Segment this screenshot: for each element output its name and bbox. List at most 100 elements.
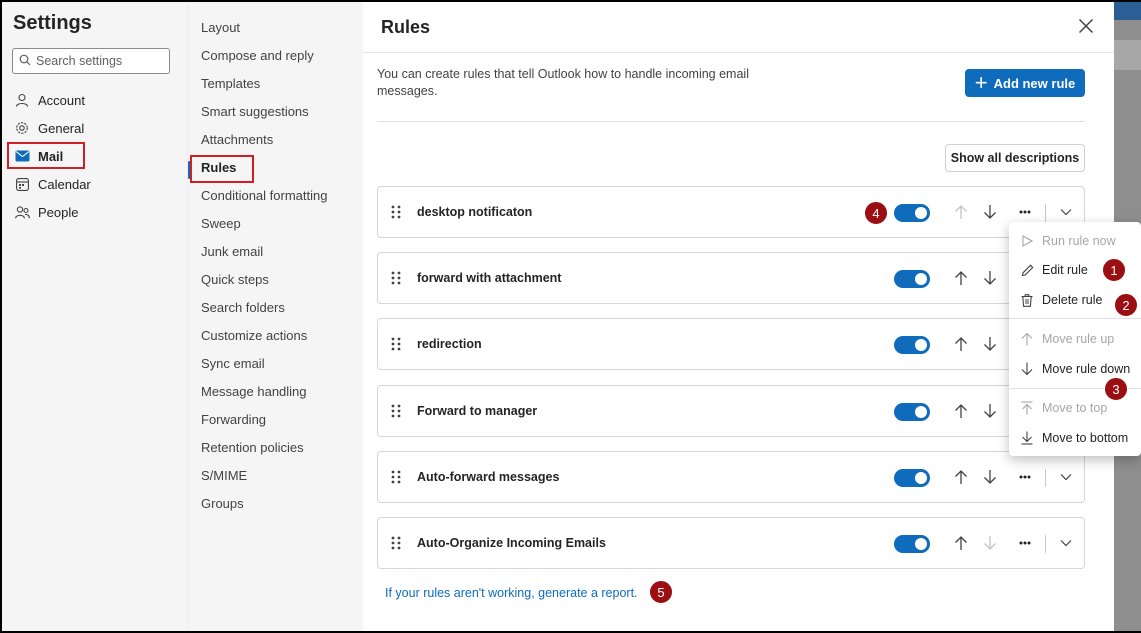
menu-item-move-to-bottom[interactable]: Move to bottom — [1009, 425, 1141, 451]
move-up-button[interactable] — [950, 267, 972, 289]
move-up-button[interactable] — [950, 466, 972, 488]
plus-icon: + — [974, 70, 988, 95]
generate-report-link[interactable]: If your rules aren't working, generate a… — [385, 586, 638, 600]
nav-item-label: Calendar — [38, 176, 91, 192]
rule-row[interactable]: desktop notificaton — [377, 186, 1085, 238]
mail-nav-item[interactable]: Templates — [201, 74, 260, 94]
drag-handle-icon[interactable] — [391, 336, 401, 352]
nav-item-general[interactable]: General — [10, 116, 170, 140]
annotation-badge-1: 1 — [1102, 258, 1126, 282]
divider — [1045, 469, 1046, 487]
mail-nav-item[interactable]: Junk email — [201, 242, 263, 262]
mail-settings-nav: Layout Compose and reply Templates Smart… — [187, 0, 363, 633]
arrow-down-icon — [984, 536, 996, 550]
search-icon — [19, 54, 31, 69]
more-options-button[interactable] — [1014, 201, 1036, 223]
pencil-icon — [1019, 262, 1035, 278]
mail-nav-item[interactable]: Groups — [201, 494, 244, 514]
expand-button[interactable] — [1055, 201, 1077, 223]
nav-item-calendar[interactable]: Calendar — [10, 172, 170, 196]
drag-handle-icon[interactable] — [391, 535, 401, 551]
settings-pane: Settings Account General Mail Calendar — [0, 0, 187, 633]
rule-row[interactable]: Auto-forward messages — [377, 451, 1085, 503]
background-header — [1114, 0, 1141, 20]
rule-row[interactable]: redirection — [377, 318, 1085, 370]
rule-enabled-toggle[interactable] — [894, 535, 930, 553]
arrow-down-icon — [984, 337, 996, 351]
show-all-descriptions-button[interactable]: Show all descriptions — [945, 144, 1085, 172]
drag-handle-icon[interactable] — [391, 469, 401, 485]
mail-nav-item[interactable]: Search folders — [201, 298, 285, 318]
mail-nav-item[interactable]: Layout — [201, 18, 240, 38]
arrow-up-icon — [955, 404, 967, 418]
expand-button[interactable] — [1055, 466, 1077, 488]
mail-nav-item[interactable]: Smart suggestions — [201, 102, 309, 122]
drag-handle-icon[interactable] — [391, 270, 401, 286]
move-down-button[interactable] — [979, 532, 1001, 554]
expand-button[interactable] — [1055, 532, 1077, 554]
mail-nav-item[interactable]: Conditional formatting — [201, 186, 327, 206]
nav-item-people[interactable]: People — [10, 200, 170, 224]
add-new-rule-label: Add new rule — [993, 75, 1076, 91]
menu-item-label: Delete rule — [1042, 293, 1103, 307]
trash-icon — [1019, 292, 1035, 308]
mail-nav-item[interactable]: Forwarding — [201, 410, 266, 430]
mail-nav-item[interactable]: Message handling — [201, 382, 307, 402]
rules-panel: Rules You can create rules that tell Out… — [363, 0, 1114, 633]
mail-nav-item[interactable]: Sync email — [201, 354, 265, 374]
mail-nav-item[interactable]: Compose and reply — [201, 46, 314, 66]
rule-row[interactable]: Forward to manager — [377, 385, 1085, 437]
move-up-button[interactable] — [950, 333, 972, 355]
rule-enabled-toggle[interactable] — [894, 403, 930, 421]
chevron-down-icon — [1060, 474, 1072, 481]
rule-context-menu: Run rule now Edit rule Delete rule Move … — [1009, 222, 1141, 456]
chevron-down-icon — [1060, 540, 1072, 547]
mail-nav-item[interactable]: Attachments — [201, 130, 273, 150]
more-icon — [1019, 210, 1031, 214]
search-settings-box[interactable] — [12, 48, 170, 74]
search-settings-input[interactable] — [36, 54, 166, 68]
nav-item-account[interactable]: Account — [10, 88, 170, 112]
mail-nav-item[interactable]: Sweep — [201, 214, 241, 234]
move-down-button[interactable] — [979, 466, 1001, 488]
move-down-button[interactable] — [979, 201, 1001, 223]
mail-nav-item[interactable]: Customize actions — [201, 326, 307, 346]
arrow-to-bottom-icon — [1019, 430, 1035, 446]
arrow-up-icon — [955, 470, 967, 484]
more-options-button[interactable] — [1014, 532, 1036, 554]
rule-enabled-toggle[interactable] — [894, 270, 930, 288]
move-down-button[interactable] — [979, 267, 1001, 289]
rule-enabled-toggle[interactable] — [894, 469, 930, 487]
annotation-badge-5: 5 — [649, 580, 673, 604]
menu-item-run-rule-now[interactable]: Run rule now — [1009, 228, 1141, 254]
menu-item-label: Edit rule — [1042, 263, 1088, 277]
close-icon — [1078, 18, 1094, 34]
move-up-button[interactable] — [950, 201, 972, 223]
mail-nav-item[interactable]: Quick steps — [201, 270, 269, 290]
drag-handle-icon[interactable] — [391, 204, 401, 220]
rule-enabled-toggle[interactable] — [894, 204, 930, 222]
more-options-button[interactable] — [1014, 466, 1036, 488]
close-button[interactable] — [1075, 15, 1097, 37]
drag-handle-icon[interactable] — [391, 403, 401, 419]
calendar-icon — [14, 176, 30, 192]
rule-row[interactable]: forward with attachment — [377, 252, 1085, 304]
rule-name: redirection — [417, 337, 482, 351]
move-up-button[interactable] — [950, 400, 972, 422]
move-up-button[interactable] — [950, 532, 972, 554]
mail-nav-item[interactable]: S/MIME — [201, 466, 247, 486]
settings-title: Settings — [13, 12, 92, 34]
menu-divider — [1009, 318, 1141, 319]
nav-item-label: People — [38, 204, 79, 220]
move-down-button[interactable] — [979, 333, 1001, 355]
rule-name: desktop notificaton — [417, 205, 533, 219]
rule-row[interactable]: Auto-Organize Incoming Emails — [377, 517, 1085, 569]
mail-nav-item[interactable]: Retention policies — [201, 438, 304, 458]
people-icon — [14, 204, 30, 220]
move-down-button[interactable] — [979, 400, 1001, 422]
add-new-rule-button[interactable]: + Add new rule — [965, 69, 1085, 97]
nav-item-label: General — [38, 120, 85, 136]
menu-item-move-rule-up[interactable]: Move rule up — [1009, 326, 1141, 352]
rule-enabled-toggle[interactable] — [894, 336, 930, 354]
menu-item-label: Move to top — [1042, 401, 1108, 415]
